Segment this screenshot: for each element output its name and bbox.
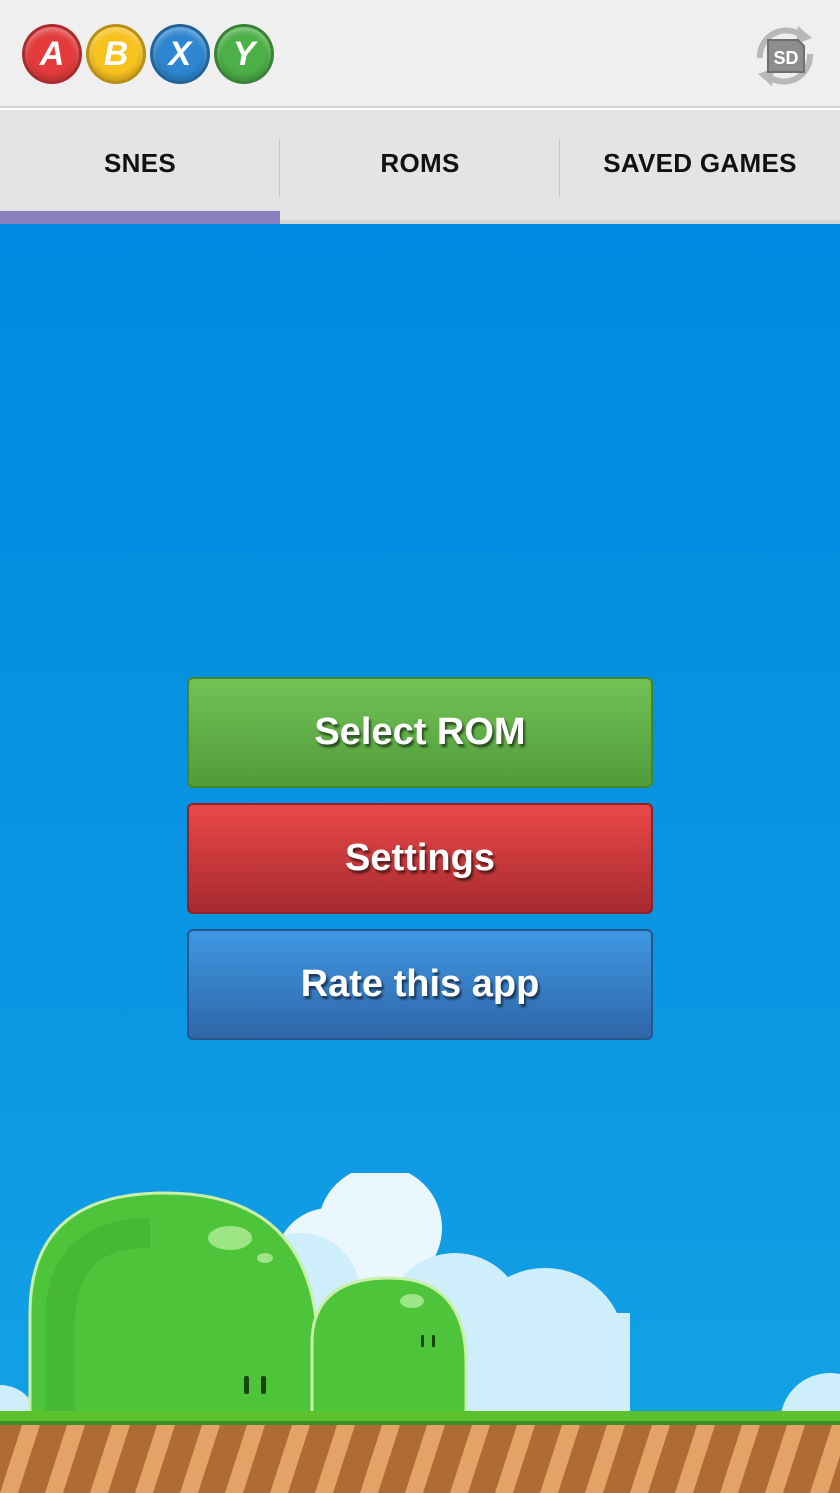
select-rom-button[interactable]: Select ROM [187,677,653,788]
logo-a-button: A [22,24,82,84]
action-bar: A B X Y SD [0,0,840,108]
tab-snes[interactable]: SNES [0,110,280,224]
selected-tab-indicator [0,211,280,224]
background-scenery [0,1173,840,1493]
tab-label: SAVED GAMES [603,147,797,178]
tab-label: SNES [103,147,176,178]
main-content: Select ROM Settings Rate this app [0,224,840,1493]
tab-saved-games[interactable]: SAVED GAMES [560,110,840,220]
rate-app-button[interactable]: Rate this app [187,929,653,1040]
tab-bar: SNES ROMS SAVED GAMES [0,110,840,224]
logo-x-button: X [150,24,210,84]
settings-button[interactable]: Settings [187,803,653,914]
sd-card-sync-icon[interactable]: SD [750,24,820,88]
tab-label: ROMS [380,147,460,178]
tab-roms[interactable]: ROMS [280,110,560,220]
logo-b-button: B [86,24,146,84]
logo-y-button: Y [214,24,274,84]
sd-label: SD [773,48,798,68]
